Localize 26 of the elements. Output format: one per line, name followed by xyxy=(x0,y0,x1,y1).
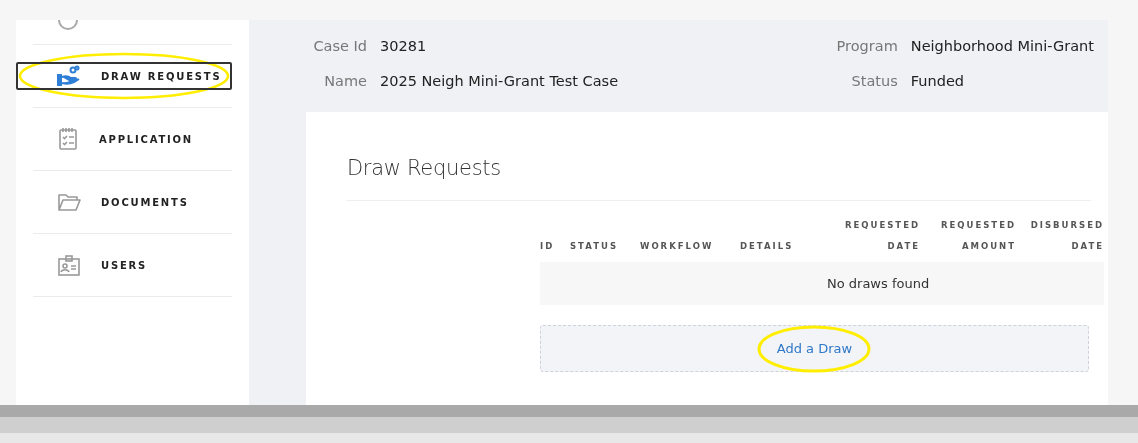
column-header: DETAILS xyxy=(740,240,795,253)
empty-row: No draws found xyxy=(540,262,1104,305)
field-label: Case Id xyxy=(312,37,367,54)
id-badge-icon xyxy=(57,254,81,276)
checklist-icon xyxy=(57,127,79,151)
sidebar-item[interactable]: APPLICATION xyxy=(33,125,232,153)
sidebar-item[interactable]: DOCUMENTS xyxy=(33,188,232,216)
column-header: WORKFLOW xyxy=(640,240,715,253)
field-value: Neighborhood Mini-Grant xyxy=(910,37,1094,54)
column-header: STATUS xyxy=(570,240,619,253)
field-value: 30281 xyxy=(380,37,427,54)
field-label: Status xyxy=(850,72,898,89)
field-value: 2025 Neigh Mini-Grant Test Case xyxy=(380,72,619,89)
column-header: ID xyxy=(540,240,556,253)
add-draw-button[interactable]: Add a Draw xyxy=(540,325,1089,372)
field-label: Name xyxy=(323,72,367,89)
card-title: Draw Requests xyxy=(347,156,502,180)
sidebar-item[interactable]: USERS xyxy=(33,251,232,279)
column-header: REQUESTED AMOUNT xyxy=(939,219,1016,253)
hand-coin-icon xyxy=(57,65,81,87)
sidebar-item[interactable]: DRAW REQUESTS xyxy=(16,62,232,90)
folder-icon xyxy=(57,192,81,212)
field-value: Funded xyxy=(910,72,965,89)
column-header: DISBURSED DATE xyxy=(1029,219,1104,253)
column-header: REQUESTED DATE xyxy=(843,219,920,253)
field-label: Program xyxy=(835,37,898,54)
